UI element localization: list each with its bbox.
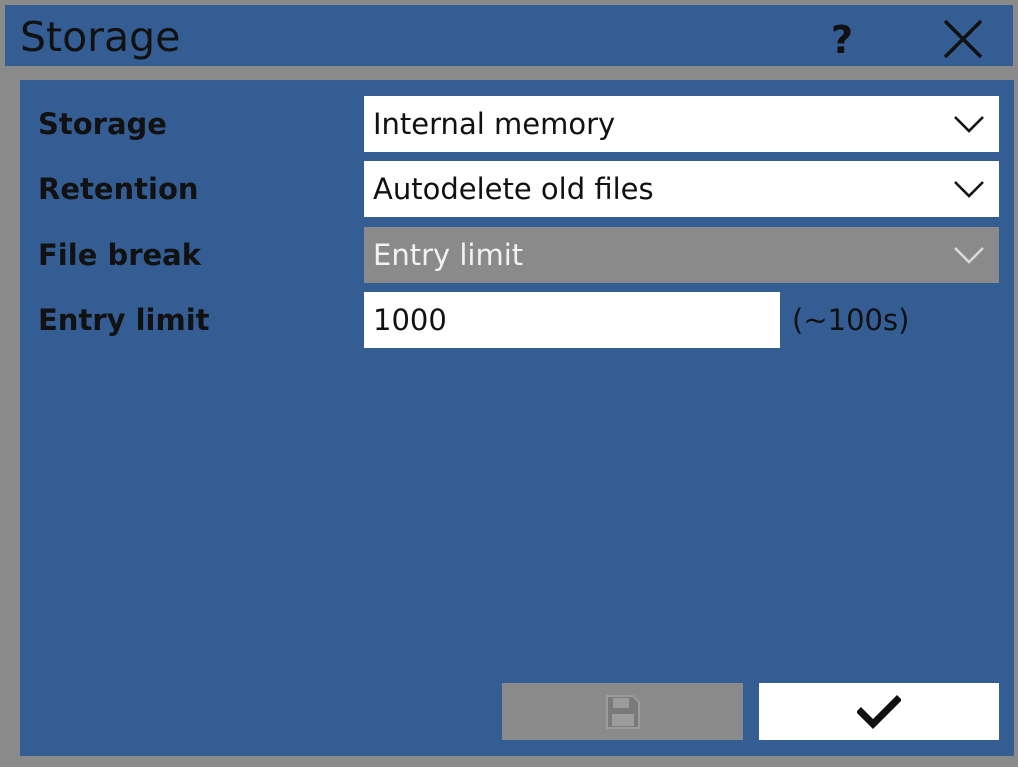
file-break-label: File break	[38, 238, 202, 272]
close-button[interactable]	[937, 15, 987, 65]
storage-dialog: Storage ? Storage Internal memory Retent…	[0, 0, 1018, 767]
entry-limit-value: 1000	[373, 303, 447, 337]
chevron-down-icon	[954, 116, 984, 133]
chevron-down-icon	[954, 247, 984, 264]
file-break-select[interactable]: Entry limit	[364, 227, 999, 283]
title-bar: Storage ?	[5, 5, 1013, 66]
chevron-down-icon	[954, 181, 984, 198]
entry-limit-input[interactable]: 1000	[364, 292, 780, 348]
save-button[interactable]	[502, 683, 743, 740]
storage-select[interactable]: Internal memory	[364, 96, 999, 152]
storage-value: Internal memory	[373, 107, 616, 141]
confirm-button[interactable]	[759, 683, 999, 740]
close-icon	[943, 19, 983, 59]
checkmark-icon	[857, 694, 901, 729]
floppy-disk-icon	[605, 694, 640, 729]
entry-limit-hint: (~100s)	[792, 303, 910, 337]
entry-limit-label: Entry limit	[38, 303, 210, 337]
retention-value: Autodelete old files	[373, 172, 654, 206]
dialog-title: Storage	[20, 13, 181, 61]
retention-select[interactable]: Autodelete old files	[364, 161, 999, 217]
retention-label: Retention	[38, 172, 199, 206]
help-button[interactable]: ?	[817, 15, 867, 65]
settings-panel: Storage Internal memory Retention Autode…	[20, 80, 1014, 756]
help-icon: ?	[830, 18, 854, 62]
file-break-value: Entry limit	[373, 238, 524, 272]
storage-label: Storage	[38, 107, 167, 141]
